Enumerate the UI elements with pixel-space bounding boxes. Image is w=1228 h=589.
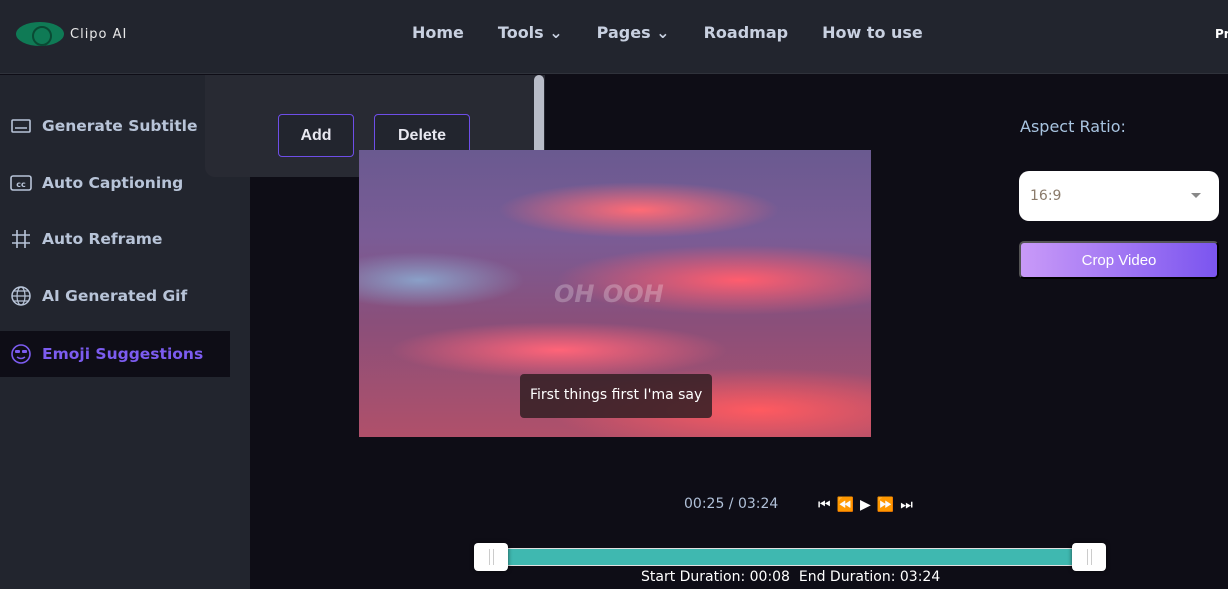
caret-down-icon: [1191, 193, 1201, 198]
sidebar-item-emoji-suggestions[interactable]: Emoji Suggestions: [0, 331, 230, 377]
sidebar-item-ai-generated-gif[interactable]: AI Generated Gif: [0, 273, 230, 319]
trim-start-handle[interactable]: [474, 543, 508, 571]
end-duration: End Duration: 03:24: [798, 569, 941, 585]
header: Clipo AI Home Tools ⌄ Pages ⌄ Roadmap Ho…: [0, 0, 1228, 74]
trim-track[interactable]: [490, 548, 1090, 566]
fast-forward-icon[interactable]: ⏩: [877, 497, 894, 513]
playback-controls: ⏮ ⏪ ▶ ⏩ ⏭: [818, 497, 913, 513]
sidebar-item-label: AI Generated Gif: [42, 287, 188, 305]
skip-end-icon[interactable]: ⏭: [900, 497, 913, 513]
nav-home[interactable]: Home: [412, 23, 464, 42]
trim-end-handle[interactable]: [1072, 543, 1106, 571]
emoji-icon: [11, 344, 31, 364]
video-watermark-text: OH OOH: [554, 280, 664, 308]
aspect-ratio-select[interactable]: 16:9: [1019, 171, 1219, 221]
nav-pages[interactable]: Pages ⌄: [597, 23, 670, 42]
crop-video-button[interactable]: Crop Video: [1019, 241, 1219, 279]
cc-icon: cc: [10, 175, 32, 191]
svg-text:cc: cc: [16, 180, 26, 189]
aspect-ratio-value: 16:9: [1030, 188, 1062, 204]
globe-icon: [11, 286, 31, 306]
video-preview[interactable]: OH OOH First things first I'ma say: [359, 150, 871, 437]
sidebar-item-generate-subtitle[interactable]: Generate Subtitle: [0, 103, 230, 149]
sidebar-item-label: Auto Reframe: [42, 230, 163, 248]
aspect-ratio-label: Aspect Ratio:: [1020, 117, 1126, 136]
nav-tools[interactable]: Tools ⌄: [498, 23, 563, 42]
skip-start-icon[interactable]: ⏮: [818, 497, 831, 513]
sidebar-item-label: Generate Subtitle: [42, 117, 198, 135]
chevron-down-icon: ⌄: [656, 23, 670, 42]
subtitle-caption: First things first I'ma say: [520, 374, 713, 418]
sidebar-item-auto-reframe[interactable]: Auto Reframe: [0, 216, 230, 262]
sidebar-item-label: Auto Captioning: [42, 174, 184, 192]
chevron-down-icon: ⌄: [549, 23, 563, 42]
film-reel-icon: [16, 22, 64, 46]
sidebar-item-auto-captioning[interactable]: cc Auto Captioning: [0, 160, 230, 206]
play-icon[interactable]: ▶: [860, 497, 871, 513]
frame-icon: [12, 230, 30, 248]
start-duration: Start Duration: 00:08: [641, 569, 790, 585]
playback-time: 00:25 / 03:24: [684, 496, 779, 512]
logo[interactable]: Clipo AI: [16, 22, 127, 46]
logo-text: Clipo AI: [70, 26, 128, 42]
nav-pages-label: Pages: [596, 23, 651, 42]
duration-readout: Start Duration: 00:08 End Duration: 03:2…: [641, 569, 940, 585]
main-nav: Home Tools ⌄ Pages ⌄ Roadmap How to use: [412, 23, 923, 42]
add-button[interactable]: Add: [278, 114, 354, 157]
header-right-link[interactable]: Pr: [1215, 27, 1228, 41]
sidebar-item-label: Emoji Suggestions: [42, 345, 204, 363]
nav-roadmap[interactable]: Roadmap: [704, 23, 788, 42]
rewind-icon[interactable]: ⏪: [837, 497, 854, 513]
subtitle-icon: [11, 119, 31, 133]
nav-how-to-use[interactable]: How to use: [822, 23, 923, 42]
nav-tools-label: Tools: [497, 23, 544, 42]
